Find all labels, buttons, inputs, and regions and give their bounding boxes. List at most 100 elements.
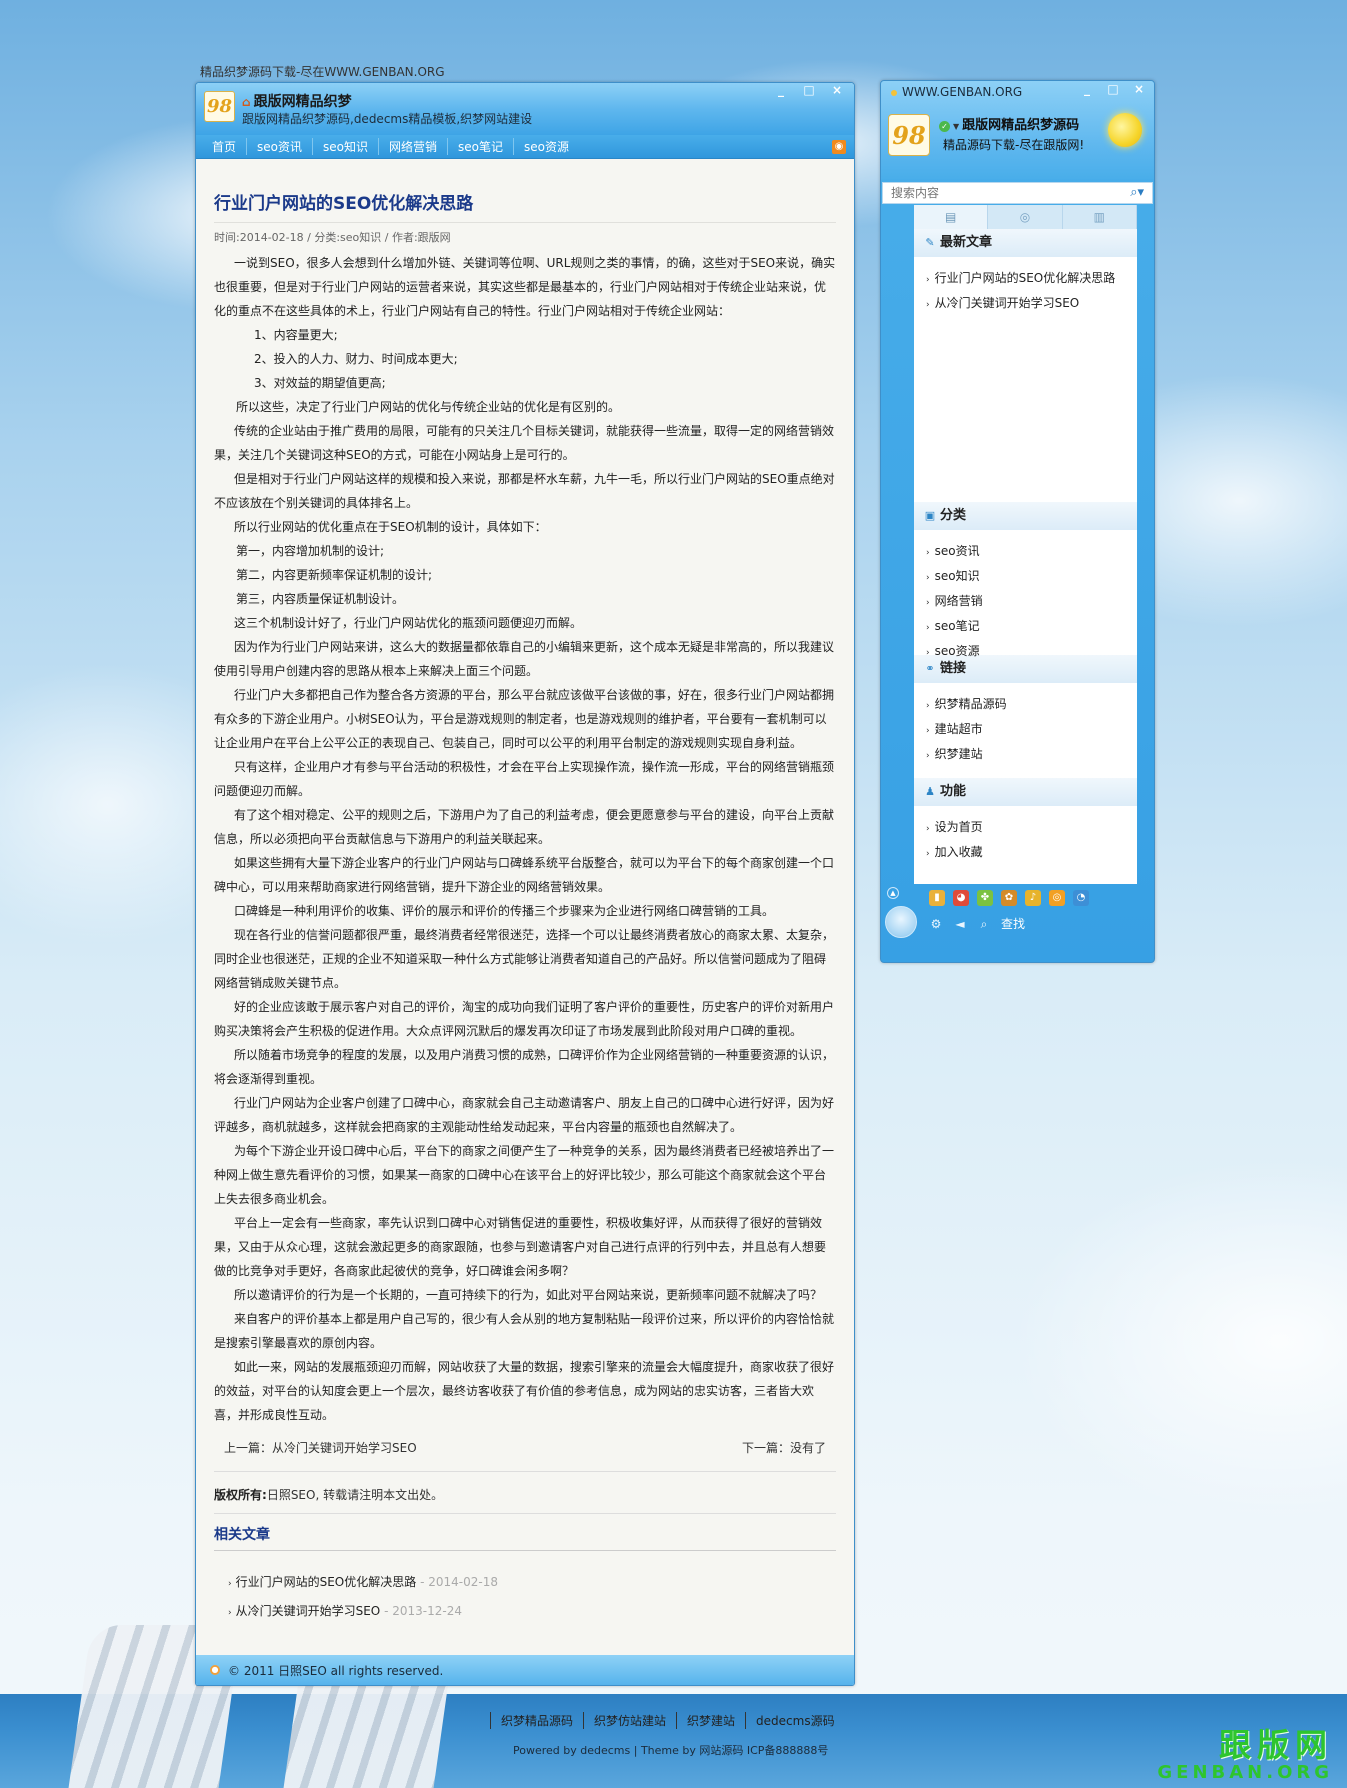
site-subtitle: 跟版网精品织梦源码,dedecms精品模板,织梦网站建设 — [242, 112, 533, 126]
side-logo[interactable]: 98 — [888, 114, 930, 156]
side-bottom-bar: ▲ ▮ ◕ ✤ ✿ ♪ ◎ ◔ ⚙ ◄ ⌕ 查找 — [881, 884, 1154, 962]
list-item[interactable]: › seo笔记 — [926, 615, 1137, 640]
arrow-right-icon: › — [926, 623, 930, 633]
arrow-right-icon: › — [926, 300, 930, 310]
find-button[interactable]: 查找 — [1001, 915, 1025, 932]
nav-item-seo-news[interactable]: seo资讯 — [246, 138, 312, 155]
arrow-right-icon: › — [926, 824, 930, 834]
article-paragraph: 第三，内容质量保证机制设计。 — [236, 592, 405, 606]
side-caption-text: WWW.GENBAN.ORG — [902, 85, 1023, 99]
list-item[interactable]: › 网络营销 — [926, 590, 1137, 615]
avatar[interactable] — [885, 906, 917, 938]
list-item-label: 设为首页 — [934, 820, 983, 834]
related-item-date: - 2014-02-18 — [416, 1575, 498, 1589]
brand-logo: 跟版网 GENBAN.ORG — [1157, 1720, 1333, 1783]
nav-item-seo-notes[interactable]: seo笔记 — [447, 138, 513, 155]
article-paragraph: 如此一来，网站的发展瓶颈迎刃而解，网站收获了大量的数据，搜索引擎来的流量会大幅度… — [214, 1360, 835, 1422]
tab-comments[interactable]: ◎ — [988, 205, 1063, 229]
close-icon[interactable]: × — [830, 83, 844, 97]
chevron-down-icon[interactable]: ▼ — [953, 122, 959, 131]
list-item[interactable]: › 加入收藏 — [926, 841, 1137, 866]
article-paragraph: 好的企业应该敢于展示客户对自己的评价，淘宝的成功向我们证明了客户评价的重要性，历… — [214, 1000, 835, 1038]
nav-item-seo-knowledge[interactable]: seo知识 — [312, 138, 378, 155]
maximize-icon[interactable]: □ — [1106, 82, 1120, 96]
list-item[interactable]: › 设为首页 — [926, 816, 1137, 841]
nav-item-home[interactable]: 首页 — [212, 138, 246, 155]
list-item[interactable]: › 建站超市 — [926, 718, 1137, 743]
search-icon[interactable]: ⌕▾ — [1130, 185, 1144, 200]
article-paragraph: 所以这些，决定了行业门户网站的优化与传统企业站的优化是有区别的。 — [236, 400, 621, 414]
footer-link[interactable]: 织梦精品源码 — [490, 1712, 583, 1729]
article-paragraph: 因为作为行业门户网站来讲，这么大的数据量都依靠自己的小编辑来更新，这个成本无疑是… — [214, 640, 835, 678]
list-item-label: 网络营销 — [934, 594, 983, 608]
list-item[interactable]: › 织梦精品源码 — [926, 693, 1137, 718]
arrow-right-icon: › — [926, 751, 930, 761]
footer-link[interactable]: 织梦仿站建站 — [583, 1712, 676, 1729]
list-item[interactable]: › 行业门户网站的SEO优化解决思路 — [926, 267, 1137, 292]
article-paragraph: 2、投入的人力、财力、时间成本更大; — [254, 352, 458, 366]
music-icon[interactable]: ♪ — [1025, 890, 1041, 906]
footer-link[interactable]: 织梦建站 — [676, 1712, 745, 1729]
minimize-icon[interactable]: _ — [774, 83, 788, 97]
speaker-icon[interactable]: ◄ — [953, 917, 967, 931]
main-nav: 首页 seo资讯 seo知识 网络营销 seo笔记 seo资源 ◉ — [196, 135, 854, 159]
nav-item-marketing[interactable]: 网络营销 — [377, 138, 447, 155]
article-paragraph: 3、对效益的期望值更高; — [254, 376, 386, 390]
gear-icon[interactable]: ⚙ — [929, 917, 943, 931]
plugin-icon[interactable]: ✤ — [977, 890, 993, 906]
article-body: 一说到SEO，很多人会想到什么增加外链、关键词等位啊、URL规则之类的事情，的确… — [214, 251, 836, 1427]
maximize-icon[interactable]: □ — [802, 83, 816, 97]
close-icon[interactable]: × — [1132, 82, 1146, 96]
tab-articles[interactable]: ▤ — [914, 205, 989, 229]
article-meta: 时间:2014-02-18 / 分类:seo知识 / 作者:跟版网 — [214, 231, 451, 244]
list-item-label: seo知识 — [934, 569, 980, 583]
article-paragraph: 行业门户网站为企业客户创建了口碑中心，商家就会自己主动邀请客户、朋友上自己的口碑… — [214, 1096, 835, 1134]
article-paragraph: 所以邀请评价的行为是一个长期的，一直可持续下的行为，如此对平台网站来说，更新频率… — [234, 1288, 823, 1302]
online-check-icon: ✓ — [939, 121, 950, 132]
game-icon[interactable]: ◎ — [1049, 890, 1065, 906]
site-title-text: 跟版网精品织梦 — [253, 94, 352, 110]
list-item[interactable]: › seo资讯 — [926, 540, 1137, 565]
arrow-right-icon: › — [228, 1608, 232, 1618]
article-paragraph: 第二，内容更新频率保证机制的设计; — [236, 568, 433, 582]
search-input[interactable] — [891, 186, 1111, 200]
arrow-right-icon: › — [926, 726, 930, 736]
window-controls: _ □ × — [774, 83, 844, 97]
side-search-box: ⌕▾ — [882, 182, 1153, 204]
side-window-controls: _ □ × — [1080, 82, 1146, 96]
section-title: 功能 — [940, 784, 967, 799]
tool-icons: ⚙ ◄ ⌕ 查找 — [929, 915, 1025, 932]
article-paragraph: 一说到SEO，很多人会想到什么增加外链、关键词等位啊、URL规则之类的事情，的确… — [214, 256, 836, 318]
related-item: › 从冷门关键词开始学习SEO - 2013-12-24 — [228, 1598, 836, 1627]
site-title[interactable]: ⌂ 跟版网精品织梦 — [242, 91, 352, 111]
side-profile-name[interactable]: ✓ ▼ 跟版网精品织梦源码 — [939, 114, 1079, 133]
related-item-link[interactable]: 从冷门关键词开始学习SEO — [236, 1604, 381, 1618]
arrow-right-icon: › — [926, 598, 930, 608]
related-item-link[interactable]: 行业门户网站的SEO优化解决思路 — [236, 1575, 417, 1589]
minimize-icon[interactable]: _ — [1080, 82, 1094, 96]
pet-icon[interactable]: ✿ — [1001, 890, 1017, 906]
related-list: › 行业门户网站的SEO优化解决思路 - 2014-02-18 › 从冷门关键词开始… — [214, 1569, 836, 1627]
next-article-link[interactable]: 下一篇：没有了 — [742, 1437, 826, 1459]
search-icon[interactable]: ⌕ — [977, 917, 991, 931]
rss-icon[interactable]: ◉ — [832, 140, 846, 154]
tab-stats[interactable]: ▥ — [1062, 205, 1137, 229]
prev-article-link[interactable]: 上一篇：从冷门关键词开始学习SEO — [224, 1437, 417, 1459]
footer-copyright: © 2011 日照SEO all rights reserved. — [228, 1663, 444, 1678]
qq-icon[interactable]: ◕ — [953, 890, 969, 906]
site-logo[interactable]: 98 — [204, 91, 235, 122]
article-paragraph: 只有这样，企业用户才有参与平台活动的积极性，才会在平台上实现操作流，操作流一形成… — [214, 760, 835, 798]
list-item-label: seo资讯 — [934, 544, 980, 558]
nav-item-seo-resources[interactable]: seo资源 — [512, 138, 579, 155]
article-pager: 上一篇：从冷门关键词开始学习SEO 下一篇：没有了 — [214, 1437, 836, 1459]
list-item[interactable]: › 织梦建站 — [926, 743, 1137, 768]
related-item: › 行业门户网站的SEO优化解决思路 - 2014-02-18 — [228, 1569, 836, 1598]
phone-icon[interactable]: ▮ — [929, 890, 945, 906]
list-item[interactable]: › 从冷门关键词开始学习SEO — [926, 292, 1137, 317]
article-paragraph: 口碑蜂是一种利用评价的收集、评价的展示和评价的传播三个步骤来为企业进行网络口碑营… — [234, 904, 775, 918]
collapse-up-icon[interactable]: ▲ — [887, 887, 899, 899]
browser-icon[interactable]: ◔ — [1073, 890, 1089, 906]
list-item[interactable]: › seo知识 — [926, 565, 1137, 590]
link-icon: ⚭ — [925, 662, 935, 675]
footer-link[interactable]: dedecms源码 — [745, 1712, 845, 1729]
